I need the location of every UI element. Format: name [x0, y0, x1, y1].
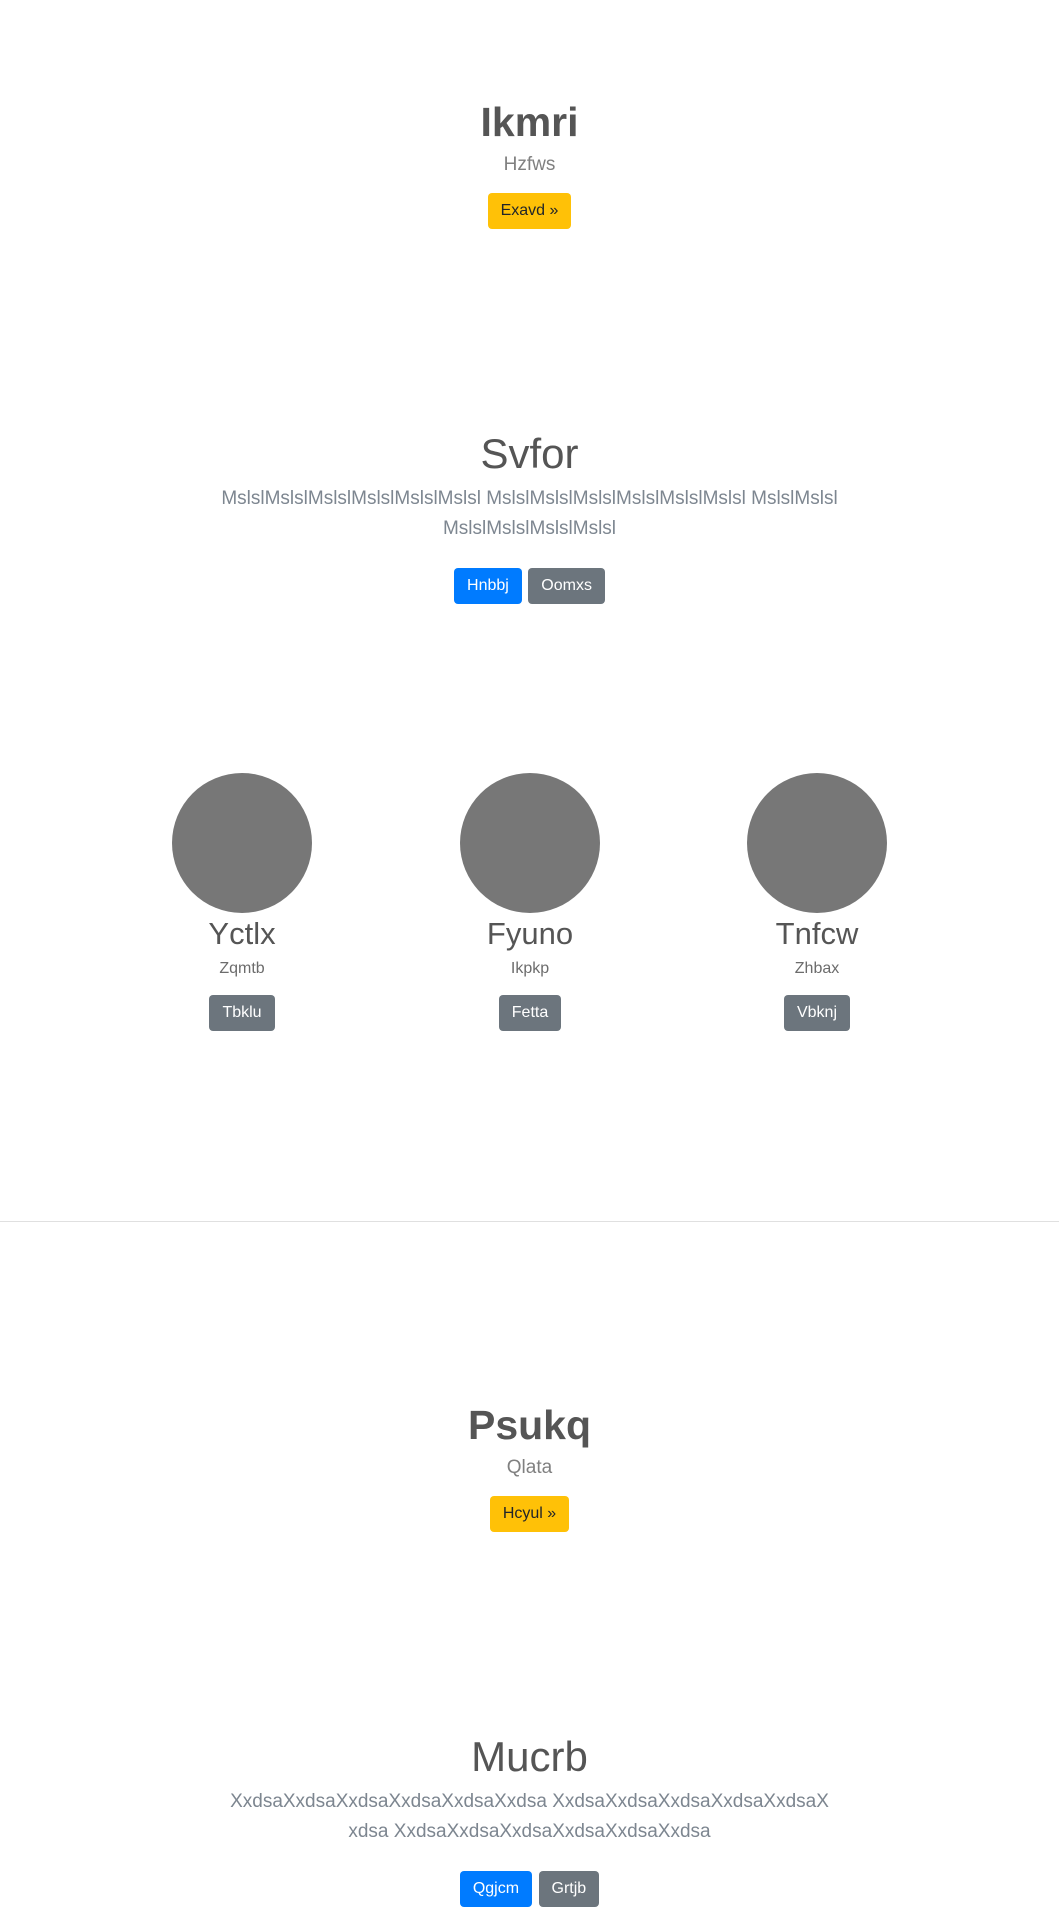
hero-subtitle: Qlata — [506, 1457, 553, 1478]
primary-button[interactable]: Qgjcm — [459, 1871, 533, 1907]
primary-button[interactable]: Hnbbj — [454, 568, 522, 604]
card: Fyuno Ikpkp Fetta — [410, 773, 650, 1031]
hero-cta-button[interactable]: Hcyul » — [489, 1496, 570, 1532]
intro-section-2: Mucrb XxdsaXxdsaXxdsaXxdsaXxdsaXxdsa Xxd… — [0, 1731, 1059, 1907]
hero-title: Psukq — [467, 1402, 592, 1448]
hero-title: Ikmri — [480, 99, 579, 145]
hero-section-1: Ikmri Hzfws Exavd » — [0, 97, 1059, 229]
card-button[interactable]: Vbknj — [783, 995, 851, 1031]
avatar — [172, 773, 312, 913]
card-subtitle: Zhbax — [794, 960, 840, 977]
hero-subtitle: Hzfws — [503, 154, 556, 175]
section-title: Svfor — [480, 430, 579, 477]
card: Tnfcw Zhbax Vbknj — [697, 773, 937, 1031]
section-divider — [0, 1221, 1059, 1222]
card-subtitle: Zqmtb — [219, 960, 265, 977]
section-lead-text: XxdsaXxdsaXxdsaXxdsaXxdsaXxdsa XxdsaXxds… — [230, 1791, 829, 1842]
card-button[interactable]: Tbklu — [209, 995, 275, 1031]
card: Yctlx Zqmtb Tbklu — [122, 773, 362, 1031]
hero-section-2: Psukq Qlata Hcyul » — [0, 1400, 1059, 1532]
card-title: Fyuno — [486, 916, 574, 951]
card-button[interactable]: Fetta — [498, 995, 562, 1031]
card-title: Yctlx — [208, 916, 276, 951]
secondary-button[interactable]: Grtjb — [538, 1871, 600, 1907]
hero-cta-button[interactable]: Exavd » — [487, 193, 572, 229]
avatar — [460, 773, 600, 913]
avatar — [747, 773, 887, 913]
page: Ikmri Hzfws Exavd » Svfor MslslMslslMsls… — [0, 0, 1059, 1920]
card-subtitle: Ikpkp — [510, 960, 550, 977]
secondary-button[interactable]: Oomxs — [528, 568, 605, 604]
section-title: Mucrb — [471, 1733, 588, 1780]
section-lead-text: MslslMslslMslslMslslMslslMslsl MslslMsls… — [221, 488, 838, 539]
card-row: Yctlx Zqmtb Tbklu Fyuno Ikpkp Fetta Tnfc… — [0, 773, 1059, 1039]
card-title: Tnfcw — [775, 916, 859, 951]
intro-section-1: Svfor MslslMslslMslslMslslMslslMslsl Msl… — [0, 428, 1059, 604]
